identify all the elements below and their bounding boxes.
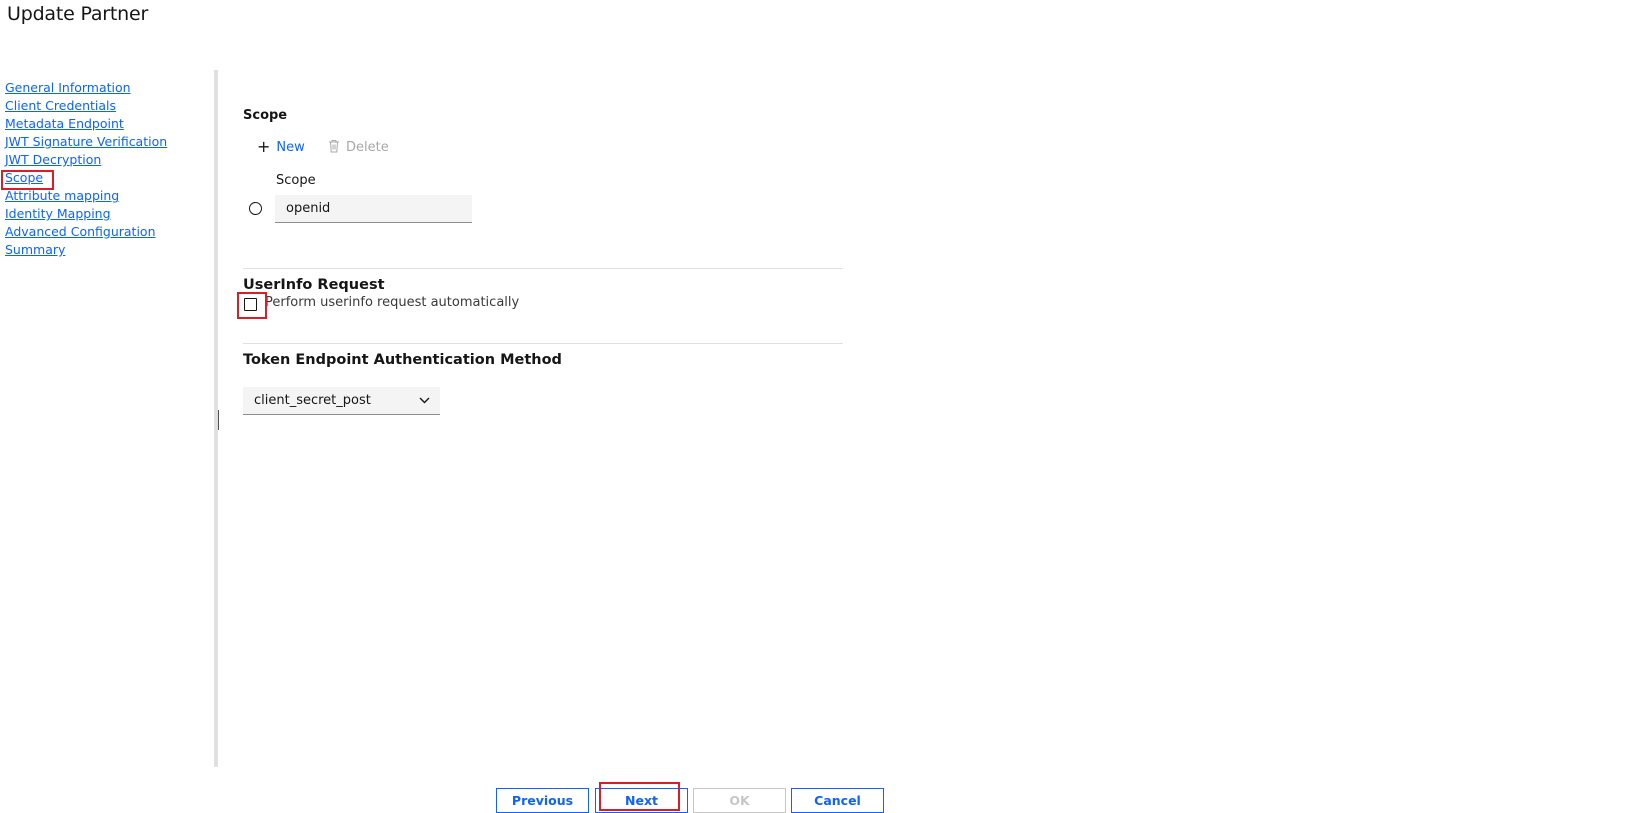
trash-icon — [328, 139, 340, 156]
scope-column-label: Scope — [276, 173, 316, 188]
nav-link-advanced-configuration[interactable]: Advanced Configuration — [5, 223, 205, 241]
page-title: Update Partner — [7, 3, 149, 25]
cancel-button[interactable]: Cancel — [791, 788, 884, 813]
update-partner-page: Update Partner General Information Clien… — [0, 0, 1648, 813]
ok-button: OK — [693, 788, 786, 813]
nav-link-scope[interactable]: Scope — [5, 169, 205, 187]
token-method-select[interactable]: client_secret_post — [243, 387, 440, 415]
nav-link-jwt-decryption[interactable]: JWT Decryption — [5, 151, 205, 169]
delete-scope-label: Delete — [346, 140, 389, 155]
nav-link-attribute-mapping[interactable]: Attribute mapping — [5, 187, 205, 205]
token-method-value: client_secret_post — [254, 393, 371, 408]
nav-link-metadata-endpoint[interactable]: Metadata Endpoint — [5, 115, 205, 133]
next-button[interactable]: Next — [595, 788, 688, 813]
divider-1 — [243, 268, 843, 269]
nav-link-summary[interactable]: Summary — [5, 241, 205, 259]
scope-input[interactable] — [275, 195, 472, 223]
delete-scope-button: Delete — [328, 139, 389, 156]
nav-link-general-information[interactable]: General Information — [5, 79, 205, 97]
plus-icon: + — [257, 137, 271, 156]
new-scope-label: New — [276, 139, 305, 155]
userinfo-section-title: UserInfo Request — [243, 277, 385, 293]
splitter-grip[interactable] — [218, 410, 219, 430]
previous-button[interactable]: Previous — [496, 788, 589, 813]
nav-link-identity-mapping[interactable]: Identity Mapping — [5, 205, 205, 223]
userinfo-checkbox-label: Perform userinfo request automatically — [265, 295, 520, 310]
new-scope-button[interactable]: + New — [257, 139, 305, 155]
divider-2 — [243, 343, 843, 344]
nav-link-jwt-signature-verification[interactable]: JWT Signature Verification — [5, 133, 205, 151]
scope-section-title: Scope — [243, 108, 288, 123]
scope-row-radio[interactable] — [249, 202, 262, 215]
nav-link-client-credentials[interactable]: Client Credentials — [5, 97, 205, 115]
userinfo-checkbox[interactable] — [244, 298, 257, 311]
chevron-down-icon — [419, 393, 430, 408]
token-method-title: Token Endpoint Authentication Method — [243, 352, 562, 368]
wizard-nav: General Information Client Credentials M… — [5, 79, 205, 259]
